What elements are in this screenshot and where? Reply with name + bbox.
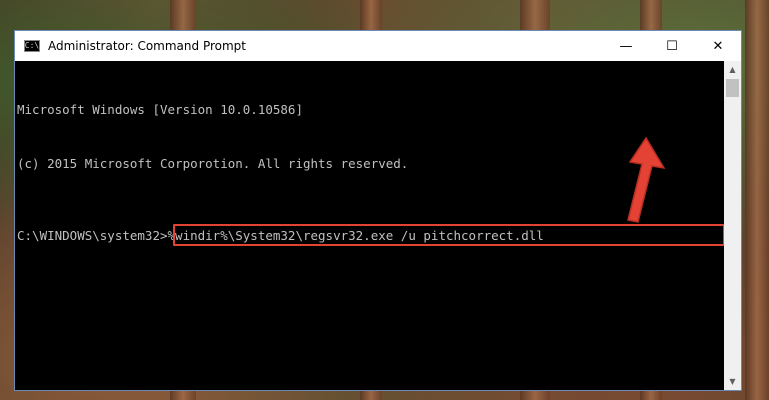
command-prompt-icon: C:\ [24, 40, 40, 52]
red-pointer-arrow-icon [627, 136, 666, 223]
console-line: Microsoft Windows [Version 10.0.10586] [17, 102, 303, 117]
prompt-line[interactable]: C:\WINDOWS\system32>%windir%\System32\re… [17, 224, 725, 246]
background-tree-trunk [745, 0, 769, 400]
vertical-scrollbar[interactable]: ▲ ▼ [724, 61, 741, 390]
close-button[interactable]: ✕ [695, 31, 741, 61]
command-highlight-box [173, 224, 725, 246]
minimize-icon: — [619, 38, 633, 54]
maximize-icon: ☐ [666, 38, 678, 54]
title-bar[interactable]: C:\ Administrator: Command Prompt — ☐ ✕ [15, 31, 741, 61]
prompt-path: C:\WINDOWS\system32> [17, 228, 168, 243]
maximize-button[interactable]: ☐ [649, 31, 695, 61]
minimize-button[interactable]: — [603, 31, 649, 61]
scroll-down-arrow-icon[interactable]: ▼ [724, 373, 741, 390]
scroll-up-arrow-icon[interactable]: ▲ [724, 61, 741, 78]
close-icon: ✕ [712, 38, 724, 54]
window-title: Administrator: Command Prompt [48, 39, 246, 53]
scrollbar-thumb[interactable] [726, 79, 739, 97]
